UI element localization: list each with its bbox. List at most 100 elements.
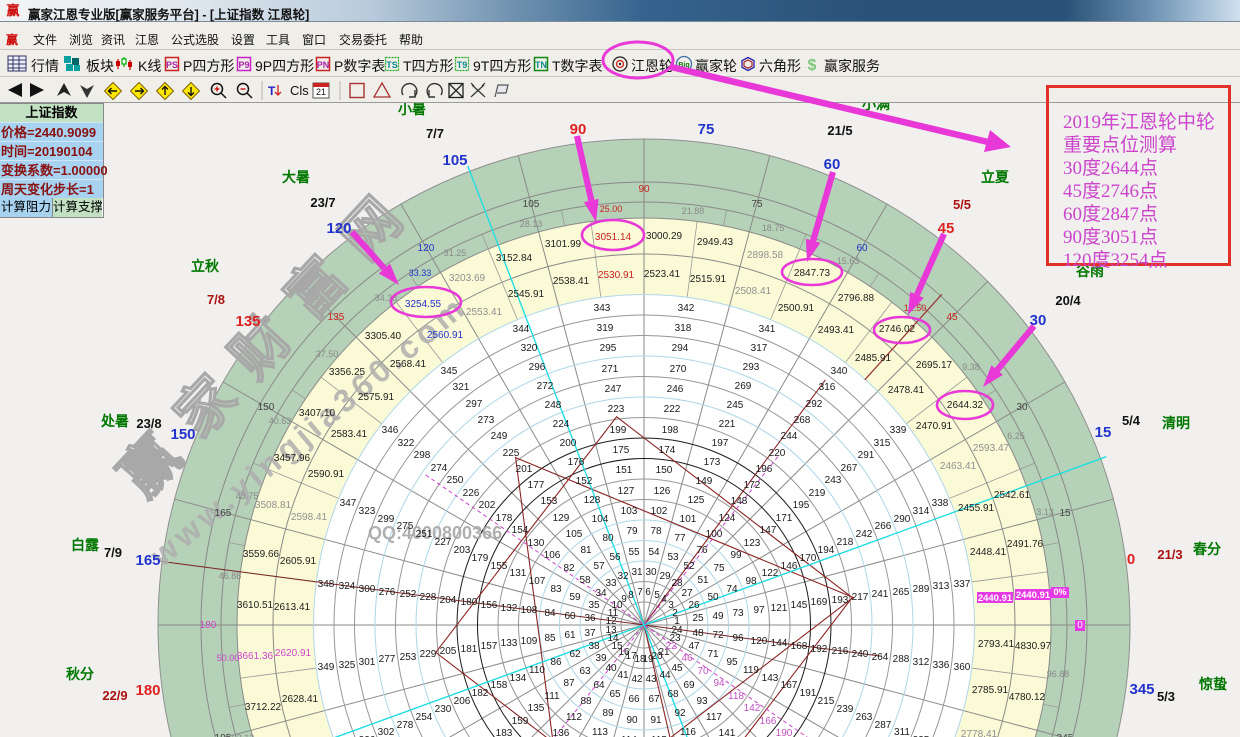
svg-text:103: 103 [621, 506, 638, 517]
svg-text:23/7: 23/7 [310, 195, 335, 210]
svg-text:300: 300 [359, 584, 376, 595]
svg-text:3203.69: 3203.69 [449, 273, 486, 284]
svg-text:106: 106 [544, 550, 561, 561]
svg-text:90: 90 [626, 715, 638, 726]
svg-text:2590.91: 2590.91 [308, 469, 345, 480]
svg-text:264: 264 [872, 652, 889, 663]
svg-text:252: 252 [400, 589, 417, 600]
svg-text:166: 166 [760, 716, 777, 727]
svg-text:312: 312 [913, 657, 930, 668]
svg-text:3152.84: 3152.84 [496, 253, 533, 264]
svg-text:341: 341 [759, 324, 776, 335]
svg-text:177: 177 [528, 480, 545, 491]
svg-text:34: 34 [595, 588, 607, 599]
svg-text:61: 61 [564, 630, 576, 641]
svg-text:180: 180 [200, 620, 217, 631]
svg-text:59: 59 [569, 592, 581, 603]
svg-text:225: 225 [503, 448, 520, 459]
svg-text:2485.91: 2485.91 [855, 353, 892, 364]
svg-text:2613.41: 2613.41 [274, 602, 311, 613]
svg-text:58: 58 [579, 575, 591, 586]
svg-text:15.63: 15.63 [837, 256, 860, 266]
svg-text:145: 145 [791, 600, 808, 611]
svg-text:156: 156 [481, 600, 498, 611]
svg-text:21: 21 [316, 87, 326, 97]
svg-text:Cls: Cls [290, 83, 309, 98]
svg-text:150: 150 [656, 465, 673, 476]
svg-text:2949.43: 2949.43 [697, 237, 734, 248]
svg-text:158: 158 [491, 680, 508, 691]
svg-text:清明: 清明 [1162, 415, 1190, 431]
svg-text:0: 0 [1077, 620, 1083, 631]
svg-text:66: 66 [628, 694, 640, 705]
svg-text:73: 73 [732, 608, 744, 619]
svg-text:83: 83 [550, 584, 562, 595]
svg-text:38: 38 [588, 641, 600, 652]
svg-text:2470.91: 2470.91 [916, 421, 953, 432]
svg-text:81: 81 [580, 545, 592, 556]
svg-text:2553.41: 2553.41 [466, 307, 503, 318]
svg-text:小满: 小满 [862, 103, 890, 112]
svg-text:129: 129 [553, 513, 570, 524]
svg-text:147: 147 [760, 525, 777, 536]
svg-text:15: 15 [1059, 508, 1071, 519]
svg-text:6.25: 6.25 [1007, 431, 1025, 441]
svg-text:36: 36 [584, 613, 596, 624]
svg-text:267: 267 [841, 463, 858, 474]
svg-text:345: 345 [1057, 733, 1074, 737]
svg-text:5/4: 5/4 [1122, 413, 1141, 428]
svg-text:45: 45 [946, 312, 958, 323]
svg-text:$: $ [808, 57, 817, 74]
svg-text:春分: 春分 [1192, 541, 1221, 557]
svg-text:249: 249 [491, 431, 508, 442]
svg-text:347: 347 [340, 498, 357, 509]
svg-text:313: 313 [933, 581, 950, 592]
svg-text:167: 167 [781, 680, 798, 691]
svg-text:9.38: 9.38 [962, 362, 980, 372]
svg-text:240: 240 [852, 649, 869, 660]
svg-text:白露: 白露 [71, 537, 100, 553]
svg-text:68: 68 [667, 689, 679, 700]
svg-text:3559.66: 3559.66 [243, 549, 280, 560]
svg-text:小暑: 小暑 [398, 103, 426, 117]
svg-text:3508.81: 3508.81 [255, 500, 292, 511]
svg-text:316: 316 [819, 382, 836, 393]
svg-text:302: 302 [378, 727, 395, 737]
svg-text:122: 122 [762, 568, 779, 579]
svg-text:134: 134 [510, 673, 527, 684]
svg-text:131: 131 [510, 568, 527, 579]
svg-text:120: 120 [326, 220, 351, 237]
svg-text:180: 180 [135, 682, 160, 699]
svg-text:24: 24 [671, 625, 683, 636]
svg-text:35: 35 [588, 600, 600, 611]
svg-text:113: 113 [592, 727, 608, 737]
svg-text:50: 50 [707, 592, 719, 603]
svg-text:110: 110 [529, 665, 545, 676]
svg-text:216: 216 [832, 646, 849, 657]
svg-text:25: 25 [692, 613, 704, 624]
svg-text:84: 84 [544, 608, 556, 619]
svg-text:8: 8 [628, 590, 634, 601]
svg-text:94: 94 [713, 678, 725, 689]
svg-text:276: 276 [379, 587, 396, 598]
svg-text:215: 215 [818, 696, 835, 707]
svg-text:121: 121 [771, 603, 788, 614]
svg-text:203: 203 [454, 545, 471, 556]
svg-text:立夏: 立夏 [981, 169, 1010, 185]
svg-text:82: 82 [563, 563, 575, 574]
svg-text:132: 132 [501, 603, 518, 614]
svg-text:195: 195 [215, 733, 232, 737]
svg-text:273: 273 [478, 415, 495, 426]
svg-text:64: 64 [593, 680, 605, 691]
svg-text:2500.91: 2500.91 [778, 303, 815, 314]
svg-text:222: 222 [664, 404, 681, 415]
svg-text:28.13: 28.13 [520, 219, 543, 229]
svg-text:Big: Big [678, 62, 689, 69]
svg-text:105: 105 [523, 199, 540, 210]
svg-text:108: 108 [521, 605, 538, 616]
svg-text:45: 45 [938, 220, 955, 237]
svg-text:228: 228 [420, 592, 437, 603]
svg-text:71: 71 [707, 649, 719, 660]
svg-text:67: 67 [648, 694, 660, 705]
svg-text:349: 349 [318, 662, 335, 673]
